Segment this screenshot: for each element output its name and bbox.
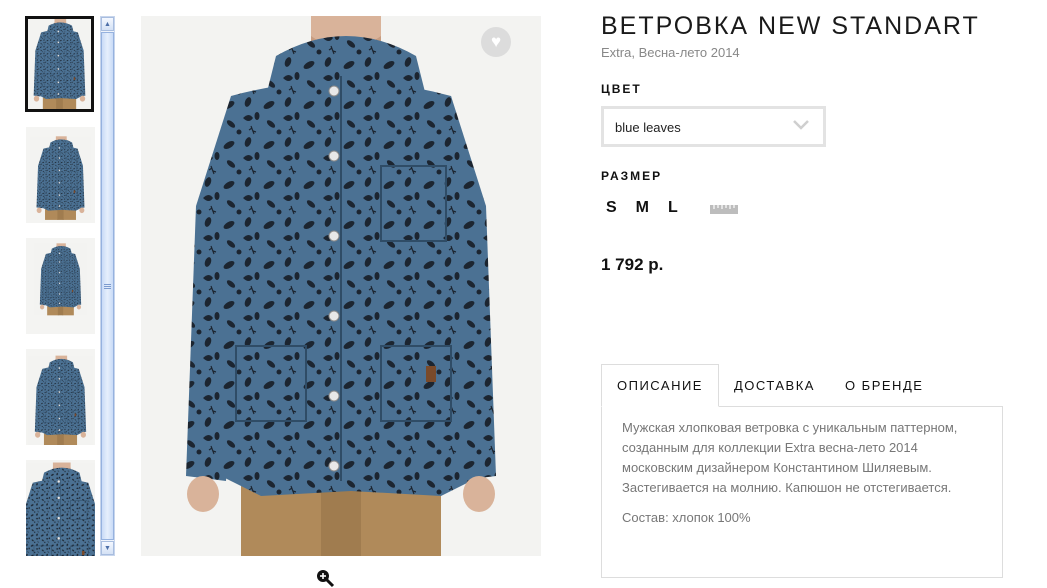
thumbnail-4[interactable] <box>26 349 95 445</box>
chevron-down-icon <box>793 120 809 130</box>
size-label: РАЗМЕР <box>601 169 663 183</box>
tab-description[interactable]: ОПИСАНИЕ <box>601 364 719 407</box>
size-option-m[interactable]: M <box>636 199 649 217</box>
thumbnail-5[interactable] <box>26 460 95 556</box>
tab-delivery[interactable]: ДОСТАВКА <box>719 364 830 407</box>
thumbnail-3[interactable] <box>26 238 95 334</box>
scrollbar-thumb[interactable] <box>101 32 114 540</box>
color-label: ЦВЕТ <box>601 82 642 96</box>
composition-text: Состав: хлопок 100% <box>622 510 751 525</box>
description-panel: Мужская хлопковая ветровка с уникальным … <box>601 406 1003 578</box>
thumbnail-scrollbar[interactable]: ▲ ▼ <box>100 16 115 556</box>
thumbnail-1[interactable] <box>25 16 94 112</box>
thumbnail-2[interactable] <box>26 127 95 223</box>
zoom-in-icon[interactable] <box>315 568 335 588</box>
scroll-down-button[interactable]: ▼ <box>101 541 114 555</box>
product-price: 1 792 р. <box>601 255 664 274</box>
color-select[interactable]: blue leaves <box>601 106 826 147</box>
heart-icon[interactable]: ♥ <box>481 27 511 57</box>
main-product-image[interactable] <box>141 16 541 556</box>
info-tabs: ОПИСАНИЕ ДОСТАВКА О БРЕНДЕ <box>601 364 938 407</box>
product-title: ВЕТРОВКА NEW STANDART <box>601 12 980 40</box>
size-options: S M L <box>606 199 738 217</box>
scroll-up-button[interactable]: ▲ <box>101 17 114 31</box>
tab-brand[interactable]: О БРЕНДЕ <box>830 364 938 407</box>
description-text: Мужская хлопковая ветровка с уникальным … <box>622 420 958 495</box>
color-select-value: blue leaves <box>615 120 681 135</box>
product-subtitle: Extra, Весна-лето 2014 <box>601 45 740 60</box>
grip-icon <box>104 283 111 289</box>
size-option-s[interactable]: S <box>606 199 617 217</box>
ruler-icon[interactable] <box>709 202 738 214</box>
size-option-l[interactable]: L <box>668 199 678 217</box>
